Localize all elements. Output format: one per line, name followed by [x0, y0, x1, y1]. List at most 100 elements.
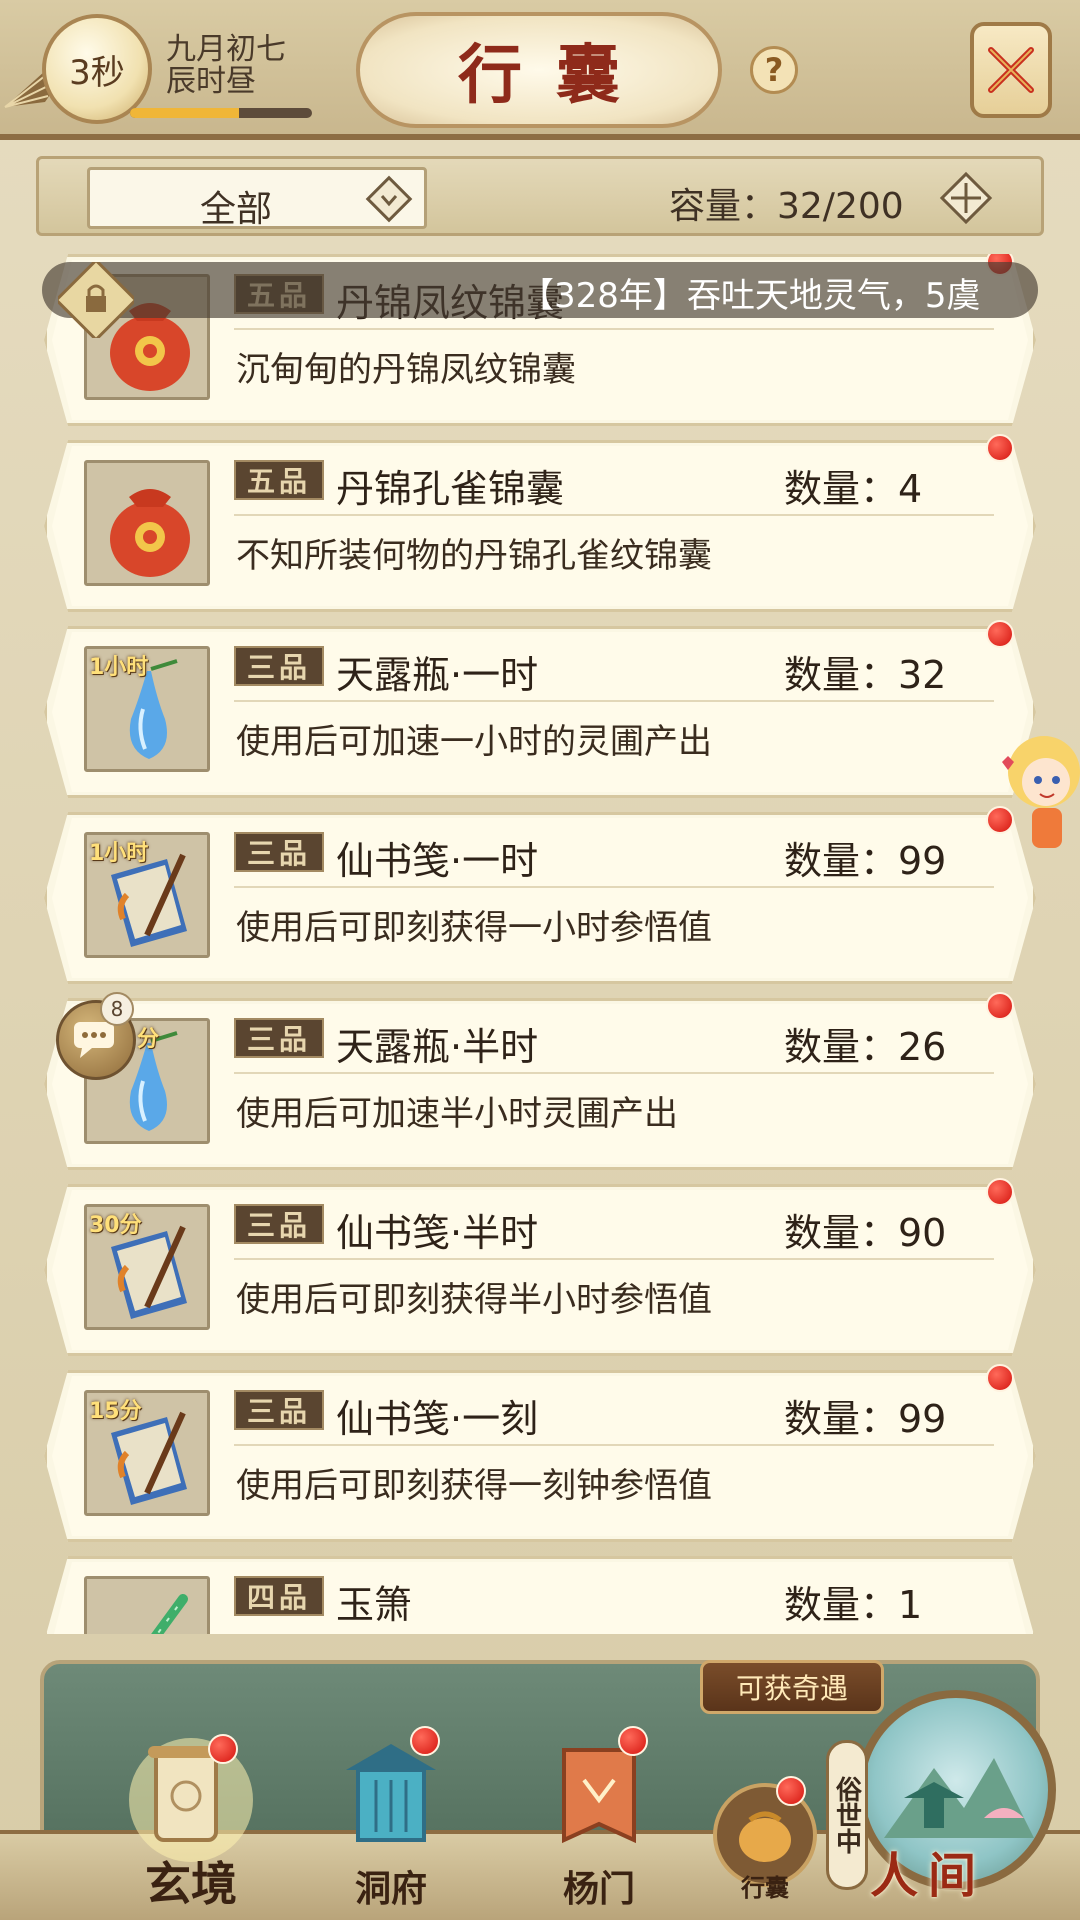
item-name: 仙书笺·一时	[336, 839, 539, 883]
item-quantity: 数量：32	[784, 653, 947, 697]
help-icon: ?	[764, 51, 784, 89]
top-bar: 3秒 九月初七 辰时昼 行囊 ?	[0, 0, 1080, 140]
close-button[interactable]	[970, 22, 1052, 118]
new-item-dot	[986, 620, 1014, 648]
time-progress-bar	[130, 108, 312, 118]
filter-bar: 全部 容量：32/200	[36, 156, 1044, 236]
nav-label-xuanjing: 玄境	[145, 1857, 237, 1911]
time-of-day: 辰时昼	[166, 64, 256, 99]
nav-dongfu[interactable]: 洞府	[316, 1720, 466, 1920]
grade-badge: 三品	[234, 646, 324, 686]
chat-unread-count: 8	[100, 992, 134, 1026]
jade-flute-icon	[84, 1576, 210, 1634]
category-select[interactable]: 全部	[87, 167, 427, 230]
scroll-book-icon: 30分	[84, 1204, 210, 1330]
list-item[interactable]: 1小时 三品 天露瓶·一时 数量：32 使用后可加速一小时的灵圃产出	[44, 620, 1036, 798]
grade-badge: 四品	[234, 1576, 324, 1616]
bottom-navigation: 玄境 洞府 杨门 行囊 可获奇遇 俗世中 人间	[0, 1640, 1080, 1920]
encounter-tag[interactable]: 可获奇遇	[700, 1660, 884, 1714]
notice-text: 【328年】吞吐天地灵气，5虞	[520, 276, 981, 316]
duration-tag: 分	[137, 1027, 160, 1052]
item-name: 丹锦孔雀锦囊	[336, 467, 565, 511]
nav-xuanjing[interactable]: 玄境	[116, 1720, 266, 1920]
world-notice-banner[interactable]: 【328年】吞吐天地灵气，5虞	[42, 262, 1038, 318]
item-description: 使用后可即刻获得一刻钟参悟值	[236, 1466, 712, 1506]
item-description: 使用后可即刻获得一小时参悟值	[236, 908, 712, 948]
item-quantity: 数量：90	[784, 1211, 947, 1255]
world-status-tag: 俗世中	[826, 1740, 868, 1890]
item-list[interactable]: 五品 丹锦凤纹锦囊 沉甸甸的丹锦凤纹锦囊 五品 丹锦孔雀锦囊 数量：4 不知所装…	[44, 254, 1036, 1634]
grade-badge: 三品	[234, 1390, 324, 1430]
grade-badge: 五品	[234, 460, 324, 500]
page-title: 行囊	[458, 38, 654, 113]
nav-xuanjing-badge	[208, 1734, 238, 1764]
banner-icon	[562, 1748, 636, 1844]
list-item[interactable]: 分 三品 天露瓶·半时 数量：26 使用后可加速半小时灵圃产出	[44, 992, 1036, 1170]
item-divider	[234, 700, 994, 702]
item-quantity: 数量：4	[784, 467, 923, 511]
duration-tag: 15分	[89, 1399, 142, 1424]
item-quantity: 数量：99	[784, 1397, 947, 1441]
mascot-character-icon[interactable]	[996, 724, 1080, 864]
duration-tag: 1小时	[89, 655, 149, 680]
new-item-dot	[986, 992, 1014, 1020]
inventory-screen: 3秒 九月初七 辰时昼 行囊 ? 全部 容量：32/200 沉甸甸的丹锦凤纹锦囊…	[0, 0, 1080, 1920]
scroll-book-icon: 15分	[84, 1390, 210, 1516]
item-name: 玉箫	[336, 1583, 413, 1627]
nav-dongfu-badge	[410, 1726, 440, 1756]
new-item-dot	[986, 434, 1014, 462]
title-plaque: 行囊	[356, 12, 722, 128]
close-icon	[988, 47, 1034, 93]
nav-yangmen[interactable]: 杨门	[524, 1720, 674, 1920]
grade-badge: 三品	[234, 1018, 324, 1058]
duration-tag: 30分	[89, 1213, 142, 1238]
item-name: 仙书笺·一刻	[336, 1397, 539, 1441]
grade-badge: 三品	[234, 1204, 324, 1244]
nav-label-bag: 行囊	[741, 1873, 789, 1902]
list-item[interactable]: 30分 三品 仙书笺·半时 数量：90 使用后可即刻获得半小时参悟值	[44, 1178, 1036, 1356]
item-name: 天露瓶·一时	[336, 653, 539, 697]
nav-bag-badge	[776, 1776, 806, 1806]
scroll-book-icon: 1小时	[84, 832, 210, 958]
item-divider	[234, 1258, 994, 1260]
grade-badge: 三品	[234, 832, 324, 872]
item-quantity: 数量：26	[784, 1025, 947, 1069]
item-divider	[234, 1072, 994, 1074]
world-label: 人间	[870, 1848, 987, 1904]
nav-bag[interactable]: 行囊	[700, 1776, 830, 1920]
list-item[interactable]: 1小时 三品 仙书笺·一时 数量：99 使用后可即刻获得一小时参悟值	[44, 806, 1036, 984]
item-description: 使用后可加速半小时灵圃产出	[236, 1094, 678, 1134]
category-select-value: 全部	[200, 189, 273, 230]
item-name: 天露瓶·半时	[336, 1025, 539, 1069]
list-item[interactable]: 五品 丹锦孔雀锦囊 数量：4 不知所装何物的丹锦孔雀纹锦囊	[44, 434, 1036, 612]
nav-label-dongfu: 洞府	[354, 1868, 427, 1910]
nav-yangmen-badge	[618, 1726, 648, 1756]
chevron-down-icon	[365, 175, 413, 223]
dew-vase-icon: 1小时	[84, 646, 210, 772]
nav-label-yangmen: 杨门	[562, 1868, 635, 1910]
new-item-dot	[986, 1178, 1014, 1206]
help-button[interactable]: ?	[750, 46, 798, 94]
item-divider	[234, 886, 994, 888]
lock-icon	[58, 262, 134, 338]
timer-text: 3秒	[69, 52, 125, 93]
duration-tag: 1小时	[89, 841, 149, 866]
item-description: 沉甸甸的丹锦凤纹锦囊	[236, 350, 576, 390]
item-divider	[234, 1444, 994, 1446]
item-description: 不知所装何物的丹锦孔雀纹锦囊	[236, 536, 712, 576]
chat-icon	[74, 1022, 114, 1058]
time-progress-fill	[130, 108, 240, 118]
list-item[interactable]: 15分 三品 仙书笺·一刻 数量：99 使用后可即刻获得一刻钟参悟值	[44, 1364, 1036, 1542]
list-item[interactable]: 四品 玉箫 数量：1	[44, 1556, 1036, 1634]
brocade-pouch-icon	[84, 460, 210, 586]
capacity-label: 容量：32/200	[669, 186, 904, 227]
item-description: 使用后可即刻获得半小时参悟值	[236, 1280, 712, 1320]
lantern-pavilion-icon	[346, 1744, 436, 1842]
item-quantity: 数量：1	[784, 1583, 923, 1627]
item-divider	[234, 514, 994, 516]
expand-capacity-icon[interactable]	[937, 169, 995, 227]
new-item-dot	[986, 1364, 1014, 1392]
item-quantity: 数量：99	[784, 839, 947, 883]
item-name: 仙书笺·半时	[336, 1211, 539, 1255]
item-divider	[234, 328, 994, 330]
